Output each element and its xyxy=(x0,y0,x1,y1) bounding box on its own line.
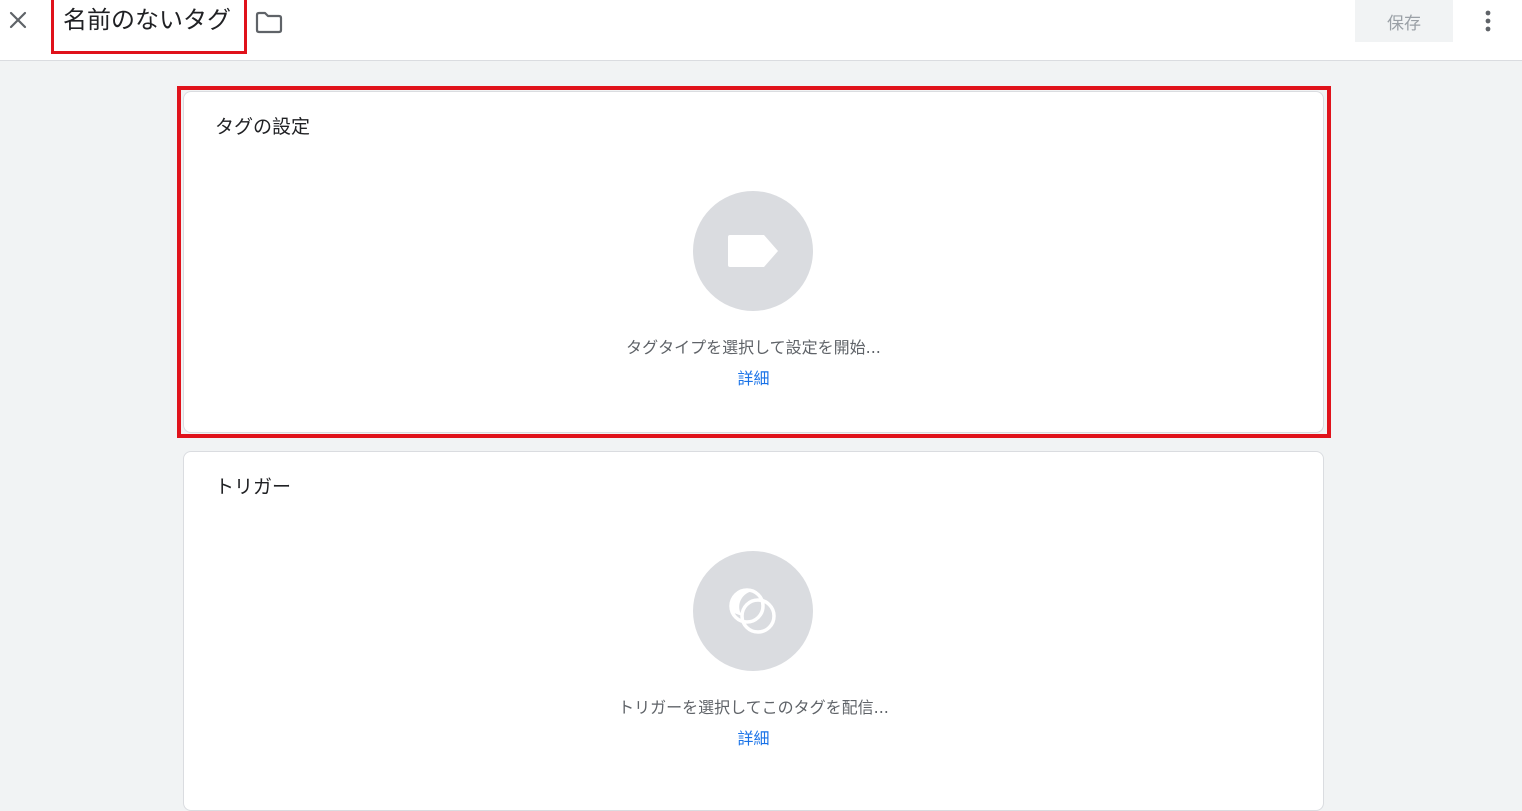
tag-configuration-card[interactable]: タグの設定 タグタイプを選択して設定を開始... 詳細 xyxy=(183,91,1324,433)
trigger-icon xyxy=(729,588,776,634)
trigger-title: トリガー xyxy=(215,476,292,498)
trigger-card[interactable]: トリガー トリガーを選択してこのタグを配信... 詳細 xyxy=(183,451,1324,811)
tag-type-hint: タグタイプを選択して設定を開始... xyxy=(626,338,881,357)
more-vert-icon xyxy=(1485,10,1491,32)
trigger-placeholder[interactable] xyxy=(693,551,813,671)
tag-learn-more-link[interactable]: 詳細 xyxy=(184,365,1323,389)
folder-button[interactable] xyxy=(255,10,283,34)
top-bar: 名前のないタグ 保存 xyxy=(0,0,1522,61)
close-button[interactable] xyxy=(4,6,32,34)
close-icon xyxy=(9,11,27,29)
trigger-hint: トリガーを選択してこのタグを配信... xyxy=(618,698,889,717)
more-options-button[interactable] xyxy=(1476,6,1500,36)
save-button[interactable]: 保存 xyxy=(1355,0,1453,42)
tag-type-placeholder[interactable] xyxy=(693,191,813,311)
tag-name-title[interactable]: 名前のないタグ xyxy=(63,3,231,37)
tag-icon xyxy=(728,235,778,267)
folder-icon xyxy=(255,11,283,34)
tag-configuration-title: タグの設定 xyxy=(215,116,311,138)
trigger-learn-more-link[interactable]: 詳細 xyxy=(184,725,1323,749)
